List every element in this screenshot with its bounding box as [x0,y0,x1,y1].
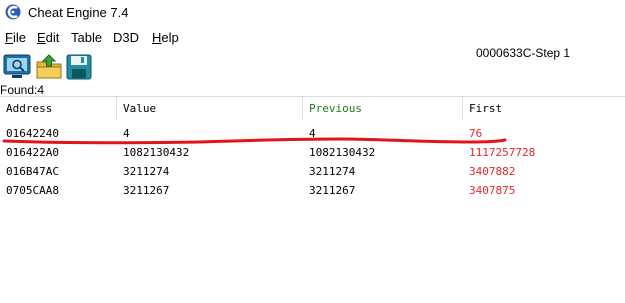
cell-previous: 1082130432 [309,146,376,159]
menu-edit[interactable]: Edit [37,30,59,45]
menu-file[interactable]: File [5,30,26,45]
process-name: 0000633C-Step 1 [476,46,571,60]
cell-previous: 3211274 [309,165,356,178]
title-bar: Cheat Engine 7.4 [0,0,625,26]
cell-first: 76 [469,127,483,140]
found-count: Found:4 [0,83,45,97]
column-address[interactable]: Address [0,97,117,121]
menu-help-accel: H [152,30,162,45]
column-first[interactable]: First [463,97,625,121]
menu-table[interactable]: Table [71,30,102,45]
menu-help[interactable]: Help [152,30,179,45]
cheat-engine-icon [5,4,21,20]
cell-previous: 3211267 [309,184,356,197]
column-value[interactable]: Value [117,97,303,121]
results-header: Address Value Previous First [0,97,625,121]
cell-previous: 4 [309,127,316,140]
column-previous[interactable]: Previous [303,97,463,121]
cell-first: 3407875 [469,184,516,197]
results-list[interactable]: Address Value Previous First 01642240 4 … [0,96,625,303]
cell-value: 3211267 [123,184,170,197]
cell-first: 1117257728 [469,146,536,159]
menu-file-accel: F [5,30,13,45]
cell-address: 016422A0 [6,146,59,159]
result-row[interactable]: 01642240 4 4 76 [0,124,625,143]
menu-d3d-label: D3D [113,30,140,45]
cell-address: 0705CAA8 [6,184,59,197]
cell-first: 3407882 [469,165,516,178]
open-file-icon[interactable] [35,53,63,81]
cell-value: 3211274 [123,165,170,178]
cell-value: 4 [123,127,130,140]
cheat-engine-window: Cheat Engine 7.4 File Edit Table D3D Hel… [0,0,625,303]
cell-address: 01642240 [6,127,59,140]
window-title: Cheat Engine 7.4 [28,5,129,20]
result-row[interactable]: 016B47AC 3211274 3211274 3407882 [0,162,625,181]
result-row[interactable]: 016422A0 1082130432 1082130432 111725772… [0,143,625,162]
cell-value: 1082130432 [123,146,190,159]
cell-address: 016B47AC [6,165,59,178]
menu-help-label: elp [161,30,179,45]
menu-d3d[interactable]: D3D [113,30,139,45]
save-icon[interactable] [65,53,93,81]
menu-edit-label: dit [45,30,60,45]
result-row[interactable]: 0705CAA8 3211267 3211267 3407875 [0,181,625,200]
menu-file-label: ile [12,30,26,45]
menu-edit-accel: E [37,30,46,45]
select-process-button[interactable] [3,53,31,81]
menu-table-label: Table [71,30,103,45]
menu-bar: File Edit Table D3D Help [0,28,625,48]
